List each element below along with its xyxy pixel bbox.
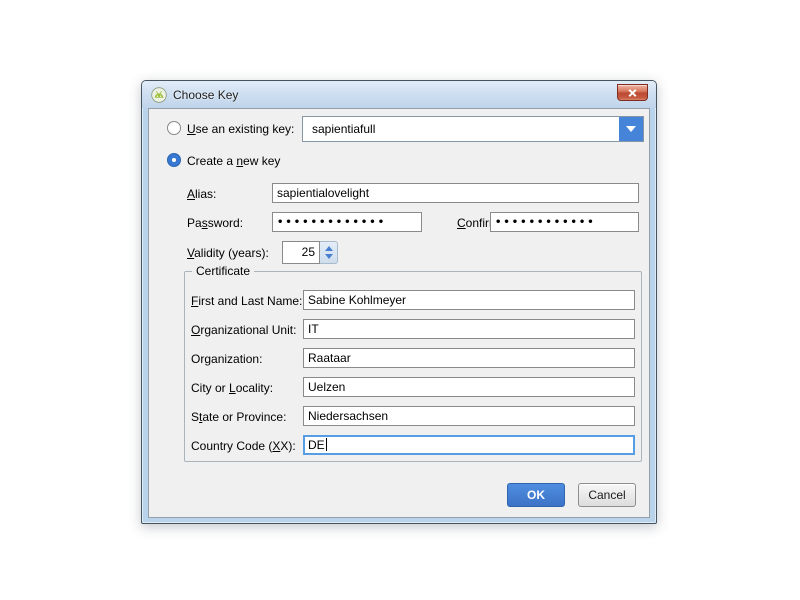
validity-spinner: 25 [282, 241, 338, 264]
alias-field[interactable]: sapientialovelight [272, 183, 639, 203]
certificate-group: Certificate First and Last Name: Sabine … [184, 271, 642, 462]
use-existing-key-radio[interactable] [167, 121, 181, 135]
organization-field[interactable]: Raataar [303, 348, 635, 368]
close-icon [628, 89, 637, 97]
existing-key-combobox[interactable]: sapientiafull [302, 116, 644, 142]
first-last-name-label: First and Last Name: [191, 294, 302, 308]
organizational-unit-label: Organizational Unit: [191, 323, 296, 337]
text-caret [326, 438, 327, 451]
certificate-group-label: Certificate [192, 264, 254, 278]
validity-label: Validity (years): [187, 246, 269, 260]
combobox-dropdown-button[interactable] [619, 117, 643, 141]
city-locality-label: City or Locality: [191, 381, 273, 395]
dialog-body: Use an existing key: sapientiafull Creat… [148, 108, 650, 518]
chevron-down-icon [325, 254, 333, 259]
cancel-button[interactable]: Cancel [578, 483, 636, 507]
validity-value-field[interactable]: 25 [282, 241, 320, 264]
organization-label: Organization: [191, 352, 262, 366]
create-new-key-label: Create a new key [187, 154, 280, 168]
window-title: Choose Key [173, 88, 238, 102]
confirm-password-field[interactable]: •••••••••••• [490, 212, 639, 232]
city-locality-field[interactable]: Uelzen [303, 377, 635, 397]
country-code-label: Country Code (XX): [191, 439, 296, 453]
use-existing-key-label: Use an existing key: [187, 122, 294, 136]
first-last-name-field[interactable]: Sabine Kohlmeyer [303, 290, 635, 310]
ok-button[interactable]: OK [507, 483, 565, 507]
choose-key-dialog: Choose Key Use an existing key: sapienti… [141, 80, 657, 524]
android-studio-icon [151, 87, 167, 103]
chevron-up-icon [325, 246, 333, 251]
organizational-unit-field[interactable]: IT [303, 319, 635, 339]
country-code-value: DE [308, 438, 325, 452]
validity-spinner-buttons[interactable] [320, 241, 338, 264]
existing-key-value: sapientiafull [303, 122, 619, 136]
state-province-field[interactable]: Niedersachsen [303, 406, 635, 426]
title-bar[interactable]: Choose Key [142, 81, 656, 108]
password-label: Password: [187, 216, 243, 230]
country-code-field[interactable]: DE [303, 435, 635, 455]
chevron-down-icon [626, 126, 636, 132]
alias-label: Alias: [187, 187, 216, 201]
state-province-label: State or Province: [191, 410, 286, 424]
password-field[interactable]: ••••••••••••• [272, 212, 422, 232]
create-new-key-radio[interactable] [167, 153, 181, 167]
close-button[interactable] [617, 84, 648, 101]
